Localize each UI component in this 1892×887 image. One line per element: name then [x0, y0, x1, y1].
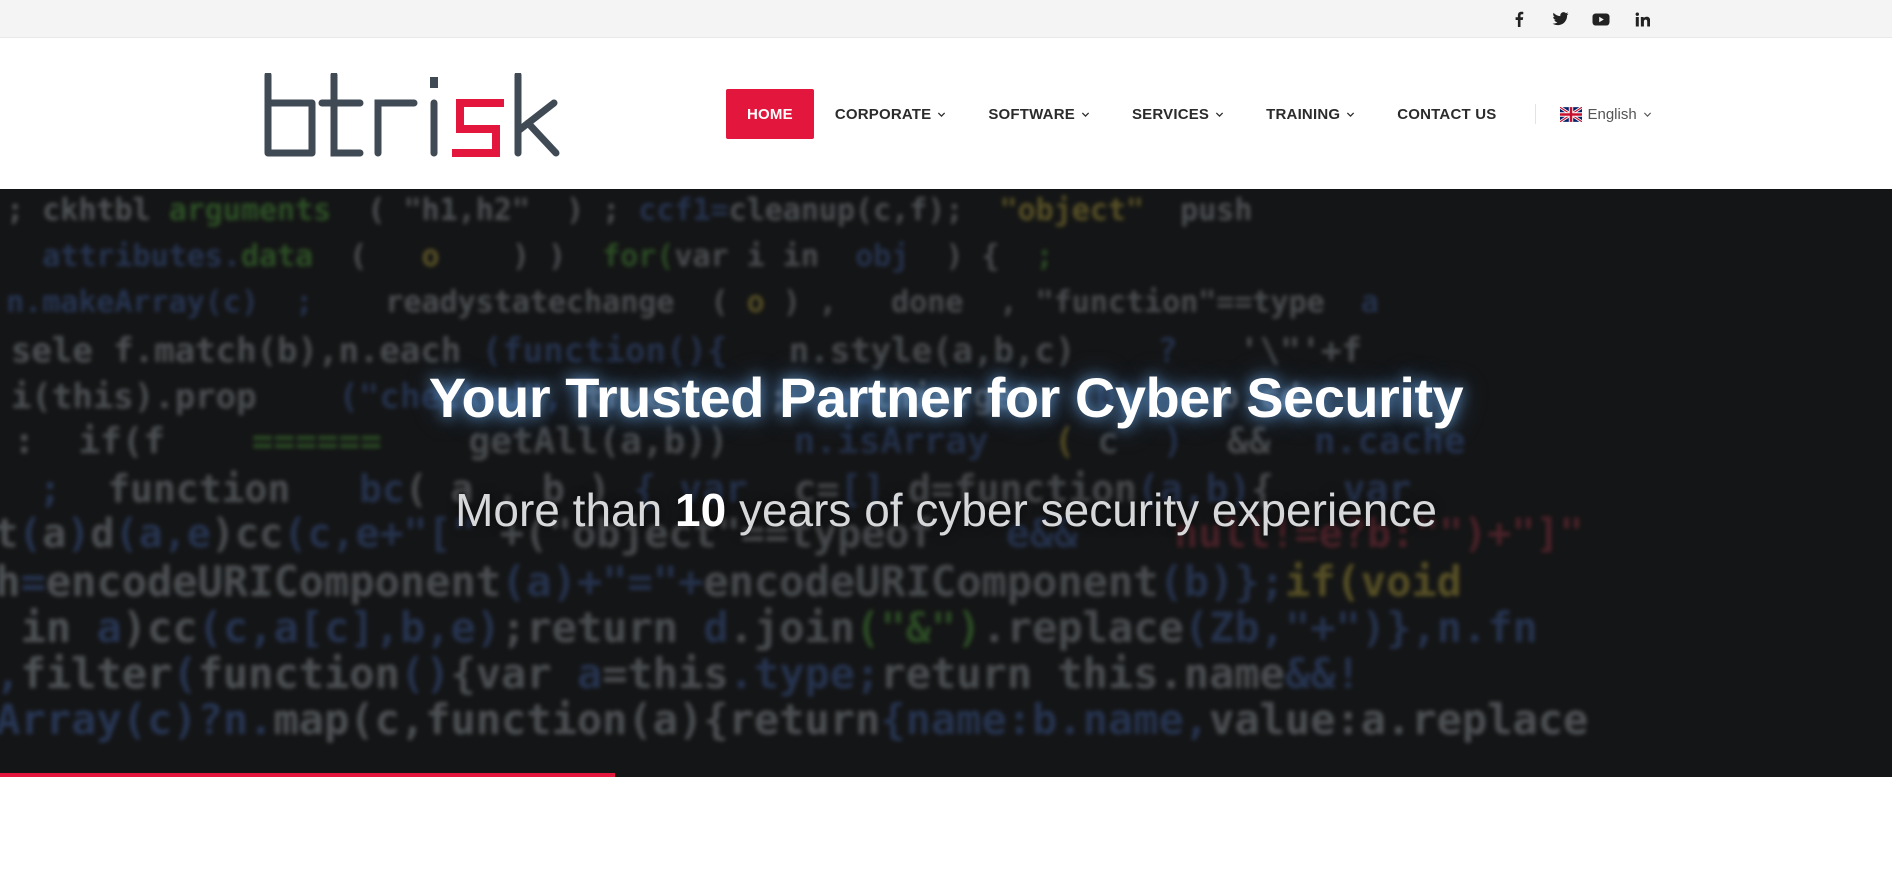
hero-title: Your Trusted Partner for Cyber Security	[428, 366, 1464, 429]
slider-progress-bar	[0, 773, 1892, 777]
nav-home-label: HOME	[747, 105, 793, 123]
hero-subtitle-prefix: More than	[455, 484, 663, 536]
chevron-down-icon	[938, 111, 946, 117]
nav-software-label: SOFTWARE	[988, 105, 1075, 123]
nav-corporate-label: CORPORATE	[834, 105, 932, 123]
language-label: English	[1587, 105, 1637, 123]
youtube-icon[interactable]	[1591, 9, 1611, 29]
nav-corporate[interactable]: CORPORATE	[814, 89, 968, 139]
language-selector[interactable]: English	[1550, 89, 1651, 139]
chevron-down-icon	[1081, 111, 1090, 117]
top-social-bar	[0, 0, 1892, 38]
nav-home[interactable]: HOME	[726, 89, 814, 139]
nav-training-label: TRAINING	[1266, 105, 1341, 123]
btrisk-logo[interactable]	[264, 73, 561, 157]
hero-subtitle: More than 10 years of cyber security exp…	[0, 483, 1892, 537]
nav-services-label: SERVICES	[1131, 105, 1210, 123]
social-links	[1509, 9, 1652, 29]
slider-progress-fill	[0, 773, 615, 777]
chevron-down-icon	[1216, 111, 1224, 117]
uk-flag-icon	[1560, 106, 1583, 122]
linkedin-icon[interactable]	[1632, 9, 1652, 29]
main-nav: HOME CORPORATE SOFTWARE SERVICES TRAININ…	[726, 89, 1652, 139]
hero-subtitle-number: 10	[674, 484, 727, 536]
facebook-icon[interactable]	[1509, 9, 1529, 29]
nav-services[interactable]: SERVICES	[1111, 89, 1245, 139]
site-header: HOME CORPORATE SOFTWARE SERVICES TRAININ…	[0, 39, 1892, 189]
nav-software[interactable]: SOFTWARE	[967, 89, 1111, 139]
chevron-down-icon	[1347, 111, 1355, 117]
nav-contact-us-label: CONTACT US	[1397, 105, 1497, 123]
hero-subtitle-suffix: years of cyber security experience	[738, 484, 1437, 536]
chevron-down-icon	[1643, 111, 1651, 117]
nav-contact-us[interactable]: CONTACT US	[1376, 89, 1517, 139]
twitter-icon[interactable]	[1550, 9, 1570, 29]
hero-slider: ; ckhtbl arguments ( "h1,h2" ) ; ccf1=cl…	[0, 189, 1892, 777]
nav-divider	[1535, 104, 1537, 124]
nav-training[interactable]: TRAINING	[1245, 89, 1376, 139]
